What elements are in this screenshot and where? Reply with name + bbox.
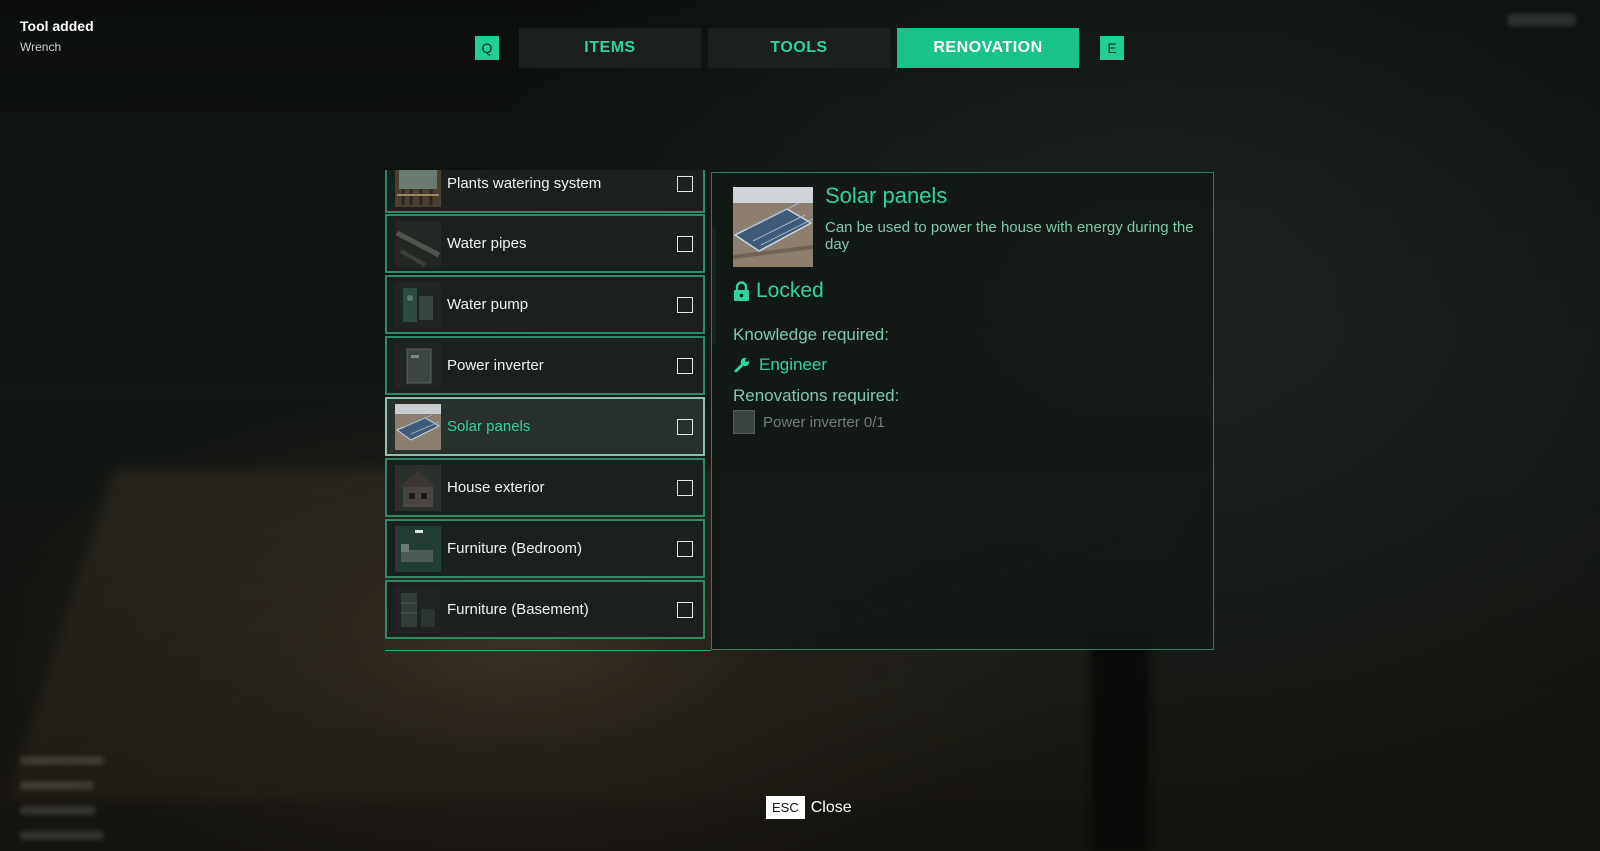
detail-description: Can be used to power the house with ener… (825, 219, 1194, 253)
background-shadow (1090, 630, 1150, 851)
water-pipes-thumbnail (395, 220, 441, 267)
renovation-label: House exterior (447, 479, 545, 496)
esc-key[interactable]: ESC (766, 796, 805, 819)
checkbox[interactable] (677, 601, 693, 618)
renovation-label: Plants watering system (447, 175, 602, 192)
tab-bar: Q ITEMS TOOLS RENOVATION E (475, 28, 1124, 68)
lock-status: Locked (733, 279, 824, 303)
renovation-item-house-exterior[interactable]: House exterior (385, 458, 705, 517)
blurred-hud-top-right (1508, 14, 1576, 26)
renovation-list[interactable]: Plants watering system Water pipes Water… (385, 170, 711, 651)
plants-watering-thumbnail (395, 170, 441, 207)
house-exterior-thumbnail (395, 464, 441, 511)
renovation-label: Furniture (Bedroom) (447, 540, 583, 557)
renovation-requirement-item: Power inverter 0/1 (733, 410, 885, 434)
notification-subtitle: Wrench (20, 40, 62, 54)
checkbox[interactable] (677, 235, 693, 252)
renovation-item-water-pipes[interactable]: Water pipes (385, 214, 705, 273)
renovation-item-furniture-bedroom[interactable]: Furniture (Bedroom) (385, 519, 705, 578)
tool-added-notification: Tool added Wrench (20, 18, 94, 54)
renovation-item-power-inverter[interactable]: Power inverter (385, 336, 705, 395)
solar-panels-image (733, 187, 813, 267)
blurred-hud-line (20, 781, 94, 790)
renovation-label: Furniture (Basement) (447, 601, 589, 618)
next-tab-key[interactable]: E (1100, 36, 1124, 60)
notification-title: Tool added (20, 18, 94, 34)
knowledge-required-item: Engineer (733, 355, 827, 375)
detail-title: Solar panels (825, 183, 948, 208)
renovation-label: Power inverter (447, 357, 544, 374)
prev-tab-key[interactable]: Q (475, 36, 499, 60)
water-pump-thumbnail (395, 281, 441, 328)
tab-tools[interactable]: TOOLS (708, 28, 890, 68)
power-inverter-icon (733, 410, 755, 434)
checkbox[interactable] (677, 540, 693, 557)
checkbox[interactable] (677, 175, 693, 192)
solar-panels-thumbnail (395, 403, 441, 450)
blurred-hud-line (20, 756, 104, 765)
close-label[interactable]: Close (811, 799, 852, 817)
checkbox[interactable] (677, 418, 693, 435)
renovation-label: Water pipes (447, 235, 527, 252)
checkbox[interactable] (677, 357, 693, 374)
renovation-label: Solar panels (447, 418, 531, 435)
renovation-item-furniture-basement[interactable]: Furniture (Basement) (385, 580, 705, 639)
knowledge-name: Engineer (759, 355, 828, 374)
knowledge-required-label: Knowledge required: (733, 325, 889, 344)
wrench-icon (734, 357, 750, 373)
renovation-requirement-text: Power inverter 0/1 (763, 413, 885, 431)
renovation-item-plants-watering-system[interactable]: Plants watering system (385, 170, 705, 213)
basement-thumbnail (395, 586, 441, 633)
checkbox[interactable] (677, 296, 693, 313)
blurred-hud-line (20, 831, 104, 840)
renovation-item-solar-panels[interactable]: Solar panels (385, 397, 705, 456)
tab-renovation[interactable]: RENOVATION (897, 28, 1079, 68)
bedroom-thumbnail (395, 525, 441, 572)
blurred-hud-line (20, 806, 96, 815)
renovations-required-label: Renovations required: (733, 386, 900, 405)
close-prompt[interactable]: ESC Close (766, 796, 852, 819)
renovation-label: Water pump (447, 296, 529, 313)
lock-icon (734, 280, 749, 301)
lock-status-label: Locked (756, 279, 824, 302)
power-inverter-thumbnail (395, 342, 441, 389)
tab-items[interactable]: ITEMS (519, 28, 701, 68)
renovation-detail-panel: Solar panels Can be used to power the ho… (711, 172, 1214, 650)
renovation-item-water-pump[interactable]: Water pump (385, 275, 705, 334)
checkbox[interactable] (677, 479, 693, 496)
